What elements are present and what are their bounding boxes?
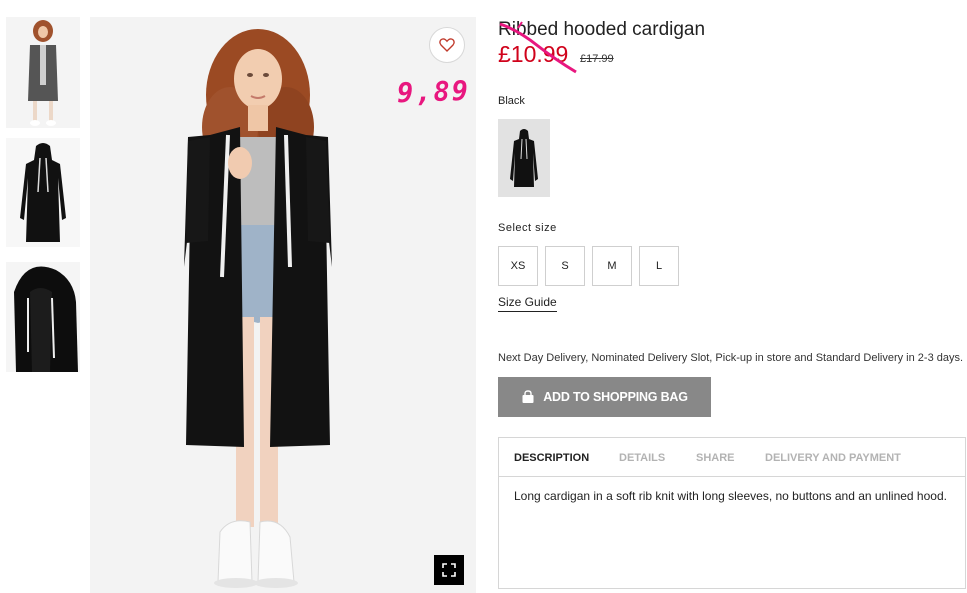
original-price: £17.99 bbox=[580, 53, 614, 65]
product-title: Ribbed hooded cardigan bbox=[498, 19, 706, 40]
product-info-tabs: DESCRIPTION DETAILS SHARE DELIVERY AND P… bbox=[498, 437, 966, 589]
thumbnail-flat-image bbox=[6, 138, 80, 247]
add-to-bag-button[interactable]: ADD TO SHOPPING BAG bbox=[498, 377, 711, 417]
shopping-bag-icon bbox=[522, 390, 534, 403]
tab-bar: DESCRIPTION DETAILS SHARE DELIVERY AND P… bbox=[499, 438, 965, 477]
current-price: £10.99 bbox=[498, 41, 569, 67]
size-option-s[interactable]: S bbox=[545, 246, 585, 286]
swatch-image bbox=[498, 119, 550, 197]
color-name: Black bbox=[498, 95, 525, 107]
tab-share[interactable]: SHARE bbox=[696, 452, 735, 464]
expand-icon bbox=[442, 563, 456, 577]
description-text: Long cardigan in a soft rib knit with lo… bbox=[514, 489, 947, 503]
favorite-button[interactable] bbox=[429, 27, 465, 63]
size-guide-link[interactable]: Size Guide bbox=[498, 295, 557, 312]
thumbnail-front-image bbox=[6, 17, 80, 128]
expand-image-button[interactable] bbox=[434, 555, 464, 585]
thumbnail-flat-view[interactable] bbox=[6, 138, 80, 247]
thumbnail-front-view[interactable] bbox=[6, 17, 80, 128]
thumbnail-detail-image bbox=[6, 262, 80, 372]
size-option-l[interactable]: L bbox=[639, 246, 679, 286]
add-to-bag-label: ADD TO SHOPPING BAG bbox=[543, 390, 688, 404]
tab-delivery-and-payment[interactable]: DELIVERY AND PAYMENT bbox=[765, 452, 901, 464]
heart-icon bbox=[439, 38, 455, 52]
tab-details[interactable]: DETAILS bbox=[619, 452, 665, 464]
select-size-label: Select size bbox=[498, 222, 557, 234]
handwritten-price-annotation: 9,89 bbox=[396, 75, 471, 110]
thumbnail-detail-view[interactable] bbox=[6, 262, 80, 372]
size-option-xs[interactable]: XS bbox=[498, 246, 538, 286]
price-row: £10.99 £17.99 bbox=[498, 21, 628, 74]
size-option-m[interactable]: M bbox=[592, 246, 632, 286]
tab-description[interactable]: DESCRIPTION bbox=[514, 452, 589, 464]
delivery-info: Next Day Delivery, Nominated Delivery Sl… bbox=[498, 352, 964, 364]
color-swatch-black[interactable] bbox=[498, 119, 550, 197]
main-product-image: 9,89 bbox=[90, 17, 476, 593]
